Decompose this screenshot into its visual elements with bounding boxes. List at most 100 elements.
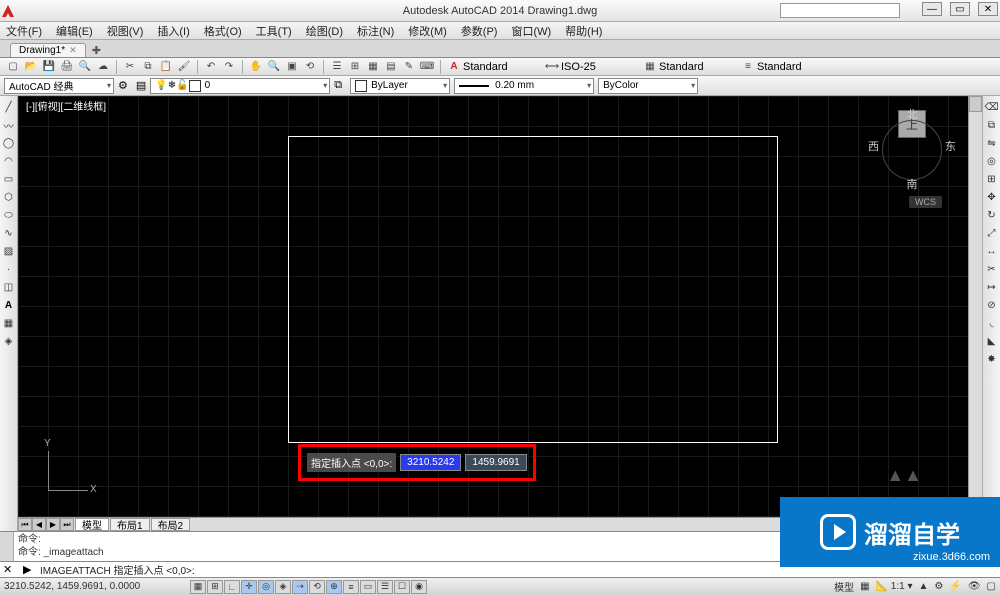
style1-icon[interactable]: A — [447, 60, 461, 74]
lineweight-combo[interactable]: 0.20 mm — [454, 78, 594, 94]
compass-north[interactable]: 北 — [907, 106, 918, 122]
redo-icon[interactable]: ↷ — [222, 60, 236, 74]
dimstyle-combo[interactable]: ISO-25 — [561, 61, 641, 73]
layer-combo[interactable]: 💡 ❄ 🔓 0 — [150, 78, 330, 94]
zoom-window-icon[interactable]: ▣ — [285, 60, 299, 74]
scroll-next-icon[interactable]: ▶ — [46, 518, 60, 531]
block-icon[interactable]: ◫ — [2, 280, 16, 294]
new-icon[interactable]: ▢ — [6, 60, 20, 74]
offset-icon[interactable]: ◎ — [985, 154, 999, 168]
ml-icon[interactable]: ≡ — [741, 60, 755, 74]
region-icon[interactable]: ◈ — [2, 334, 16, 348]
erase-icon[interactable]: ⌫ — [985, 100, 999, 114]
save-icon[interactable]: 💾 — [42, 60, 56, 74]
break-icon[interactable]: ⊘ — [985, 298, 999, 312]
layout2-tab[interactable]: 布局2 — [151, 518, 191, 531]
menu-file[interactable]: 文件(F) — [6, 23, 42, 39]
textstyle-combo[interactable]: Standard — [463, 61, 543, 73]
menu-draw[interactable]: 绘图(D) — [306, 23, 343, 39]
ellipse-icon[interactable]: ⬭ — [2, 208, 16, 222]
ws-settings-icon[interactable]: ⚙ — [118, 79, 128, 92]
compass-west[interactable]: 西 — [868, 138, 879, 154]
vertical-scrollbar[interactable] — [968, 96, 982, 531]
menu-format[interactable]: 格式(O) — [204, 23, 242, 39]
view-cube[interactable]: 北 南 西 东 上 — [872, 106, 952, 186]
scale-icon[interactable]: ⤢ — [985, 226, 999, 240]
mlstyle-combo[interactable]: Standard — [757, 61, 837, 73]
compass-east[interactable]: 东 — [945, 138, 956, 154]
close-button[interactable]: ✕ — [978, 2, 998, 16]
layer-tool-icon[interactable]: ⧉ — [334, 79, 342, 92]
preview-icon[interactable]: 🔍 — [78, 60, 92, 74]
design-center-icon[interactable]: ⊞ — [348, 60, 362, 74]
workspace-combo[interactable]: AutoCAD 经典 — [4, 78, 114, 94]
maximize-button[interactable]: ▭ — [950, 2, 970, 16]
cmd-close-icon[interactable]: ✕ — [3, 563, 17, 577]
menu-modify[interactable]: 修改(M) — [408, 23, 447, 39]
polyline-icon[interactable]: 〰 — [2, 118, 16, 132]
quickcalc-icon[interactable]: ⌨ — [420, 60, 434, 74]
viewport-label[interactable]: [-][俯视][二维线框] — [24, 98, 108, 113]
menu-view[interactable]: 视图(V) — [107, 23, 144, 39]
zoom-previous-icon[interactable]: ⟲ — [303, 60, 317, 74]
layer-props-icon[interactable]: ▤ — [136, 79, 146, 92]
explode-icon[interactable]: ✸ — [985, 352, 999, 366]
fillet-icon[interactable]: ◟ — [985, 316, 999, 330]
linetype-combo[interactable]: ByColor — [598, 78, 698, 94]
navigation-bar[interactable]: ▲▲ — [886, 465, 922, 486]
tool-palettes-icon[interactable]: ▦ — [366, 60, 380, 74]
menu-param[interactable]: 参数(P) — [461, 23, 498, 39]
layout1-tab[interactable]: 布局1 — [110, 518, 150, 531]
pan-icon[interactable]: ✋ — [249, 60, 263, 74]
tablestyle-combo[interactable]: Standard — [659, 61, 739, 73]
mirror-icon[interactable]: ⇋ — [985, 136, 999, 150]
array-icon[interactable]: ⊞ — [985, 172, 999, 186]
cut-icon[interactable]: ✂ — [123, 60, 137, 74]
menu-help[interactable]: 帮助(H) — [565, 23, 602, 39]
move-icon[interactable]: ✥ — [985, 190, 999, 204]
rotate-icon[interactable]: ↻ — [985, 208, 999, 222]
help-search[interactable] — [780, 3, 900, 18]
cmd-handle[interactable] — [0, 532, 14, 561]
line-icon[interactable]: ╱ — [2, 100, 16, 114]
copy-icon[interactable]: ⧉ — [141, 60, 155, 74]
zoom-icon[interactable]: 🔍 — [267, 60, 281, 74]
menu-edit[interactable]: 编辑(E) — [56, 23, 93, 39]
sheet-set-icon[interactable]: ▤ — [384, 60, 398, 74]
paste-icon[interactable]: 📋 — [159, 60, 173, 74]
publish-icon[interactable]: ☁ — [96, 60, 110, 74]
minimize-button[interactable]: — — [922, 2, 942, 16]
dynamic-x-field[interactable]: 3210.5242 — [400, 454, 461, 471]
properties-icon[interactable]: ☰ — [330, 60, 344, 74]
dynamic-y-field[interactable]: 1459.9691 — [465, 454, 526, 471]
doc-tab-close-icon[interactable]: ✕ — [69, 45, 77, 56]
markup-icon[interactable]: ✎ — [402, 60, 416, 74]
doc-tab-drawing1[interactable]: Drawing1* ✕ — [10, 43, 86, 57]
open-icon[interactable]: 📂 — [24, 60, 38, 74]
spline-icon[interactable]: ∿ — [2, 226, 16, 240]
scroll-first-icon[interactable]: ⏮ — [18, 518, 32, 531]
table-draw-icon[interactable]: ▦ — [2, 316, 16, 330]
rectangle-icon[interactable]: ▭ — [2, 172, 16, 186]
drawing-canvas[interactable]: [-][俯视][二维线框] Y X 北 南 西 东 上 WCS 指定插入点 <0… — [18, 96, 982, 531]
menu-dimension[interactable]: 标注(N) — [357, 23, 394, 39]
menu-tools[interactable]: 工具(T) — [256, 23, 292, 39]
table-icon[interactable]: ▦ — [643, 60, 657, 74]
color-combo[interactable]: ByLayer — [350, 78, 450, 94]
model-tab[interactable]: 模型 — [75, 518, 109, 531]
menu-window[interactable]: 窗口(W) — [511, 23, 551, 39]
copy-mod-icon[interactable]: ⧉ — [985, 118, 999, 132]
matchprop-icon[interactable]: 🖌 — [177, 60, 191, 74]
chamfer-icon[interactable]: ◣ — [985, 334, 999, 348]
plot-icon[interactable]: 🖨 — [60, 60, 74, 74]
extend-icon[interactable]: ↦ — [985, 280, 999, 294]
scroll-last-icon[interactable]: ⏭ — [60, 518, 74, 531]
compass-south[interactable]: 南 — [907, 176, 918, 192]
dim1-icon[interactable]: ⟷ — [545, 60, 559, 74]
compass-ring[interactable] — [882, 120, 942, 180]
arc-icon[interactable]: ◠ — [2, 154, 16, 168]
scroll-prev-icon[interactable]: ◀ — [32, 518, 46, 531]
undo-icon[interactable]: ↶ — [204, 60, 218, 74]
trim-icon[interactable]: ✂ — [985, 262, 999, 276]
new-tab-button[interactable]: ✚ — [88, 44, 105, 57]
